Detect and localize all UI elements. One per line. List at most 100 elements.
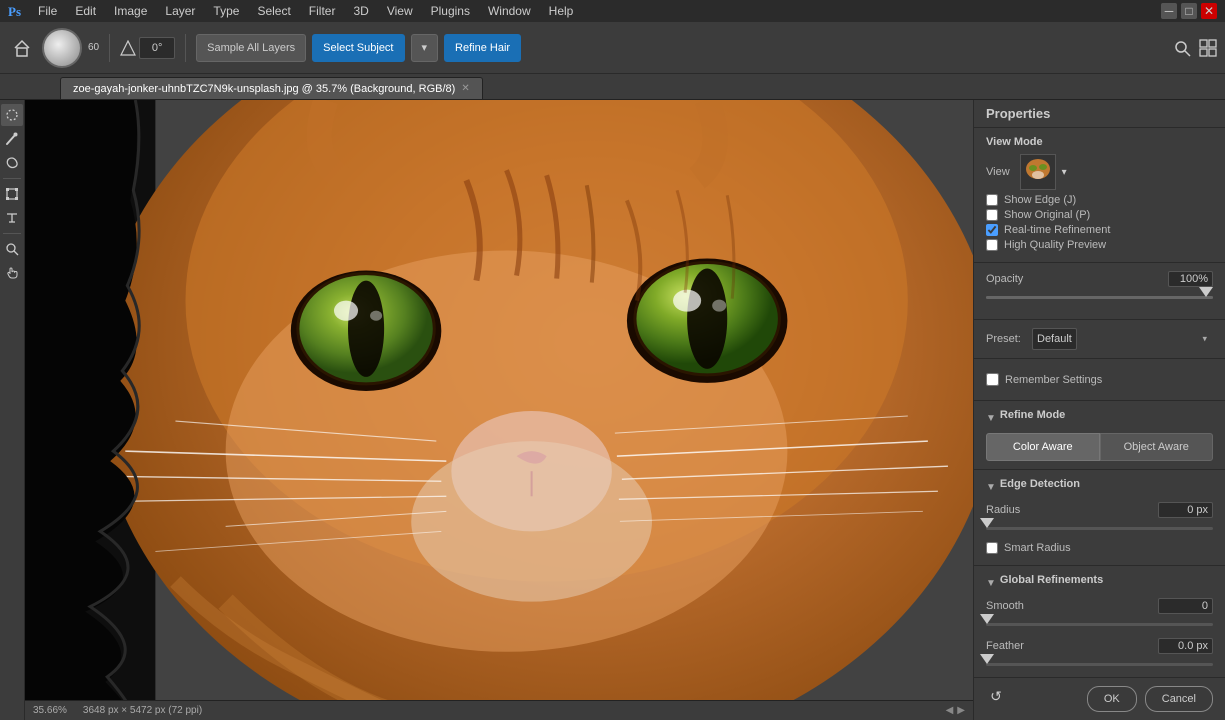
menu-plugins[interactable]: Plugins	[423, 2, 478, 20]
remember-settings-checkbox[interactable]	[986, 373, 999, 386]
menu-select[interactable]: Select	[249, 2, 298, 20]
menu-view[interactable]: View	[379, 2, 421, 20]
brush-size-label: 60	[88, 42, 99, 53]
smart-radius-label: Smart Radius	[1004, 542, 1071, 554]
menu-edit[interactable]: Edit	[67, 2, 104, 20]
select-subject-btn[interactable]: Select Subject	[312, 34, 404, 62]
view-mode-section: View Mode View ▾ Show Edge (J)	[974, 128, 1225, 263]
remember-row: Remember Settings	[986, 367, 1213, 392]
real-time-checkbox[interactable]	[986, 224, 998, 236]
opacity-track	[986, 296, 1213, 299]
select-subject-dropdown[interactable]: ▾	[411, 34, 439, 62]
refine-mode-label: Refine Mode	[1000, 409, 1065, 421]
show-original-checkbox[interactable]	[986, 209, 998, 221]
menu-layer[interactable]: Layer	[157, 2, 203, 20]
remember-section: Remember Settings	[974, 359, 1225, 401]
sample-all-layers-btn[interactable]: Sample All Layers	[196, 34, 306, 62]
properties-title: Properties	[974, 100, 1225, 128]
menu-window[interactable]: Window	[480, 2, 539, 20]
edge-detection-header[interactable]: ▼ Edge Detection	[986, 478, 1213, 496]
show-original-row: Show Original (P)	[986, 209, 1213, 221]
feather-slider[interactable]	[986, 658, 1213, 670]
opacity-thumb[interactable]	[1199, 287, 1213, 297]
preset-dropdown-arrow: ▾	[1202, 334, 1207, 345]
angle-input[interactable]: 0°	[139, 37, 175, 59]
menu-type[interactable]: Type	[205, 2, 247, 20]
refine-mode-header[interactable]: ▼ Refine Mode	[986, 409, 1213, 427]
edge-detection-arrow: ▼	[986, 482, 996, 493]
menu-bar: Ps File Edit Image Layer Type Select Fil…	[0, 0, 1225, 22]
view-mode-label: View Mode	[986, 136, 1213, 148]
feather-row: Feather 0.0 px	[986, 638, 1213, 654]
transform-tool[interactable]	[1, 183, 23, 205]
smart-radius-row: Smart Radius	[986, 542, 1213, 554]
arrange-icon[interactable]	[1199, 39, 1217, 57]
tab-bar: zoe-gayah-jonker-uhnbTZC7N9k-unsplash.jp…	[0, 74, 1225, 100]
toolbar-sep-2	[185, 34, 186, 62]
view-label: View	[986, 166, 1010, 178]
tab-filename: zoe-gayah-jonker-uhnbTZC7N9k-unsplash.jp…	[73, 83, 455, 95]
global-refinements-header[interactable]: ▼ Global Refinements	[986, 574, 1213, 592]
view-thumbnail-dropdown[interactable]: ▾	[1062, 167, 1067, 178]
preset-row: Preset: Default Hair Object ▾	[986, 328, 1213, 350]
nav-prev[interactable]: ◀	[946, 705, 954, 716]
radius-thumb[interactable]	[980, 518, 994, 528]
brush-preview[interactable]	[42, 28, 82, 68]
type-tool[interactable]	[1, 207, 23, 229]
show-edge-row: Show Edge (J)	[986, 194, 1213, 206]
tool-sep-1	[3, 178, 21, 179]
smooth-value: 0	[1158, 598, 1213, 614]
menu-filter[interactable]: Filter	[301, 2, 344, 20]
document-tab[interactable]: zoe-gayah-jonker-uhnbTZC7N9k-unsplash.jp…	[60, 77, 483, 99]
menu-help[interactable]: Help	[541, 2, 582, 20]
toolbar-sep-1	[109, 34, 110, 62]
pen-tool[interactable]	[1, 152, 23, 174]
reset-btn[interactable]: ↺	[986, 686, 1006, 706]
tab-close-btn[interactable]: ✕	[461, 83, 469, 94]
selection-tool[interactable]	[1, 104, 23, 126]
close-btn[interactable]: ✕	[1201, 3, 1217, 19]
left-tools-panel	[0, 100, 25, 720]
preset-select[interactable]: Default Hair Object	[1032, 328, 1077, 350]
app-logo: Ps	[4, 1, 24, 21]
feather-thumb[interactable]	[980, 654, 994, 664]
preset-select-wrapper: Default Hair Object ▾	[1032, 328, 1213, 350]
toolbar: 60 0° Sample All Layers Select Subject ▾…	[0, 22, 1225, 74]
status-bar: 35.66% 3648 px × 5472 px (72 ppi) ◀ ▶	[25, 700, 973, 720]
smooth-thumb[interactable]	[980, 614, 994, 624]
search-icon[interactable]	[1173, 39, 1191, 57]
opacity-label: Opacity	[986, 273, 1023, 285]
tool-sep-2	[3, 233, 21, 234]
smooth-track	[986, 623, 1213, 626]
canvas-area[interactable]: 35.66% 3648 px × 5472 px (72 ppi) ◀ ▶	[25, 100, 973, 720]
refine-hair-btn[interactable]: Refine Hair	[444, 34, 521, 62]
minimize-btn[interactable]: ─	[1161, 3, 1177, 19]
view-thumbnail[interactable]	[1020, 154, 1056, 190]
smart-radius-checkbox[interactable]	[986, 542, 998, 554]
radius-label: Radius	[986, 504, 1020, 516]
nav-controls: ◀ ▶	[946, 705, 965, 716]
maximize-btn[interactable]: □	[1181, 3, 1197, 19]
show-edge-checkbox[interactable]	[986, 194, 998, 206]
menu-3d[interactable]: 3D	[345, 2, 376, 20]
high-quality-checkbox[interactable]	[986, 239, 998, 251]
smooth-slider[interactable]	[986, 618, 1213, 630]
cancel-button[interactable]: Cancel	[1145, 686, 1213, 712]
right-panel: Properties View Mode View ▾	[973, 100, 1225, 720]
brush-tool[interactable]	[1, 128, 23, 150]
nav-next[interactable]: ▶	[957, 705, 965, 716]
real-time-row: Real-time Refinement	[986, 224, 1213, 236]
menu-file[interactable]: File	[30, 2, 65, 20]
opacity-slider[interactable]	[986, 291, 1213, 303]
home-icon[interactable]	[8, 34, 36, 62]
radius-slider[interactable]	[986, 522, 1213, 534]
edge-detection-section: ▼ Edge Detection Radius 0 px Smart Radiu…	[974, 470, 1225, 566]
color-aware-btn[interactable]: Color Aware	[986, 433, 1100, 461]
ok-button[interactable]: OK	[1087, 686, 1137, 712]
object-aware-btn[interactable]: Object Aware	[1100, 433, 1214, 461]
show-edge-label: Show Edge (J)	[1004, 194, 1076, 206]
hand-tool[interactable]	[1, 262, 23, 284]
menu-image[interactable]: Image	[106, 2, 155, 20]
canvas-image	[25, 100, 973, 720]
zoom-tool[interactable]	[1, 238, 23, 260]
